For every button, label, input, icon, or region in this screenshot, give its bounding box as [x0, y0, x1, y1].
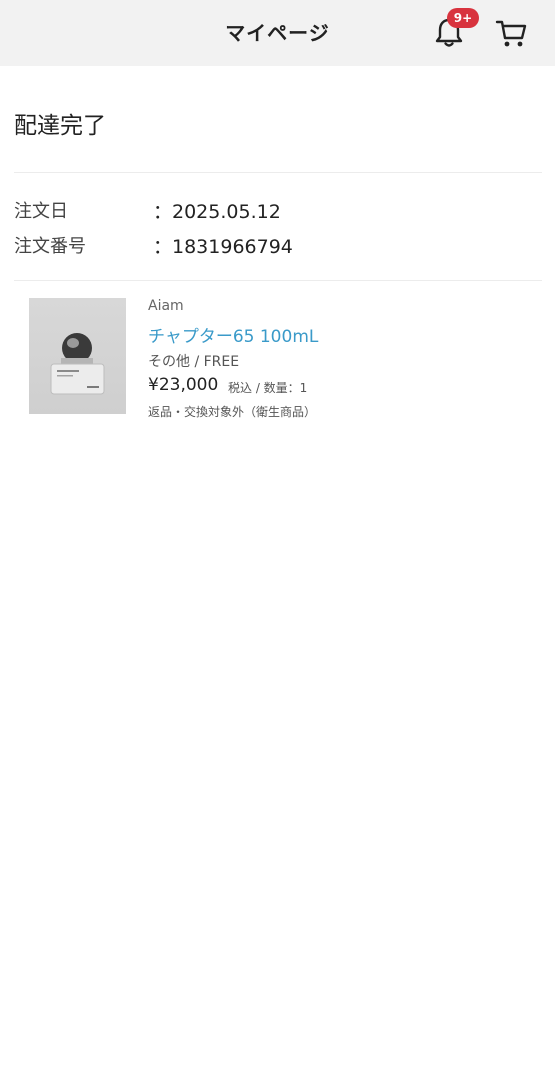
- divider: [14, 172, 542, 173]
- product-brand: Aiam: [148, 298, 184, 314]
- product-image[interactable]: [29, 298, 126, 414]
- cart-icon[interactable]: [494, 16, 528, 50]
- order-number-row: 注文番号 ：1831966794: [14, 232, 542, 260]
- product-name-link[interactable]: チャプター65 100mL: [148, 322, 318, 347]
- divider: [14, 280, 542, 281]
- app-header: マイページ 9+: [0, 0, 555, 66]
- product-return-note: 返品・交換対象外（衛生商品）: [148, 405, 317, 419]
- order-date-row: 注文日 ：2025.05.12: [14, 197, 542, 225]
- order-status: 配達完了: [14, 113, 106, 139]
- product-tax-quantity: 税込 / 数量：1: [228, 381, 308, 395]
- order-number-label: 注文番号: [14, 236, 86, 257]
- order-number-value: ：1831966794: [153, 236, 293, 258]
- order-date-value: ：2025.05.12: [153, 201, 281, 223]
- order-date-label: 注文日: [14, 201, 68, 222]
- notification-badge: 9+: [447, 8, 479, 28]
- product-variant: その他 / FREE: [148, 354, 240, 370]
- product-price: ¥23,000: [148, 375, 219, 395]
